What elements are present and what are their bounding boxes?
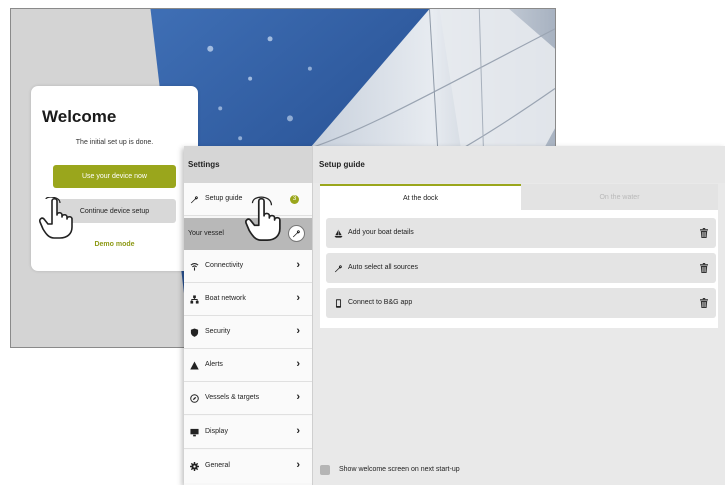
show-welcome-checkbox[interactable] <box>320 465 330 475</box>
chevron-right-icon: › <box>296 391 300 403</box>
sidebar-item-connectivity[interactable]: Connectivity › <box>184 250 312 283</box>
wrench-icon <box>292 230 300 238</box>
hand-pointer-icon <box>245 196 281 241</box>
compass-icon <box>190 394 199 403</box>
network-icon <box>190 295 199 304</box>
sidebar-item-label: Your vessel <box>188 230 224 237</box>
task-connect-app[interactable]: Connect to B&G app <box>326 288 716 318</box>
sidebar-item-display[interactable]: Display › <box>184 416 312 449</box>
sidebar-item-boat-network[interactable]: Boat network › <box>184 283 312 316</box>
task-label: Add your boat details <box>348 229 414 236</box>
wrench-icon <box>190 196 198 204</box>
sidebar-item-alerts[interactable]: Alerts › <box>184 349 312 382</box>
welcome-card: Welcome The initial set up is done. Use … <box>31 86 198 271</box>
sailboat-icon <box>334 229 343 238</box>
sidebar-item-label: Setup guide <box>205 195 243 202</box>
sidebar-item-general[interactable]: General › <box>184 450 312 483</box>
sidebar-header: Settings <box>184 146 312 183</box>
welcome-subtitle: The initial set up is done. <box>75 139 154 146</box>
page-title: Setup guide <box>319 160 365 169</box>
welcome-title: Welcome <box>42 107 117 126</box>
hand-pointer-icon <box>39 197 73 239</box>
sidebar-item-label: Alerts <box>205 361 223 368</box>
sidebar-item-label: Vessels & targets <box>205 394 260 401</box>
tab-on-the-water[interactable]: On the water <box>521 184 718 210</box>
wrench-icon <box>334 265 342 273</box>
sidebar-title: Settings <box>188 160 220 169</box>
vessel-settings-wrench-button[interactable] <box>288 225 305 242</box>
main-header: Setup guide <box>313 146 725 183</box>
trash-icon[interactable] <box>700 228 708 238</box>
chevron-right-icon: › <box>296 459 300 471</box>
chevron-right-icon: › <box>296 325 300 337</box>
show-welcome-label: Show welcome screen on next start-up <box>339 466 460 473</box>
shield-icon <box>190 328 199 337</box>
sidebar-item-label: Display <box>205 428 228 435</box>
sidebar-item-label: Boat network <box>205 295 246 302</box>
sidebar-item-label: General <box>205 462 230 469</box>
sidebar-item-label: Security <box>205 328 231 335</box>
phone-icon <box>335 299 342 308</box>
chevron-right-icon: › <box>296 292 300 304</box>
sidebar-item-security[interactable]: Security › <box>184 316 312 349</box>
task-label: Auto select all sources <box>348 264 419 271</box>
setup-guide-panel: At the dock On the water Add your boat d… <box>320 184 718 328</box>
demo-mode-link[interactable]: Demo mode <box>31 241 198 248</box>
display-icon <box>190 428 199 437</box>
task-auto-select-sources[interactable]: Auto select all sources <box>326 253 716 283</box>
warning-icon <box>190 361 199 370</box>
gear-icon <box>190 462 199 471</box>
chevron-right-icon: › <box>296 259 300 271</box>
trash-icon[interactable] <box>700 298 708 308</box>
trash-icon[interactable] <box>700 263 708 273</box>
use-device-now-button[interactable]: Use your device now <box>53 165 176 188</box>
chevron-right-icon: › <box>296 425 300 437</box>
setup-guide-count-badge: 3 <box>290 195 299 204</box>
task-add-boat-details[interactable]: Add your boat details <box>326 218 716 248</box>
sidebar-item-label: Connectivity <box>205 262 244 269</box>
wifi-icon <box>190 263 199 271</box>
tab-at-the-dock[interactable]: At the dock <box>320 184 521 210</box>
sidebar-item-vessels-targets[interactable]: Vessels & targets › <box>184 382 312 415</box>
task-label: Connect to B&G app <box>348 299 413 306</box>
chevron-right-icon: › <box>296 358 300 370</box>
